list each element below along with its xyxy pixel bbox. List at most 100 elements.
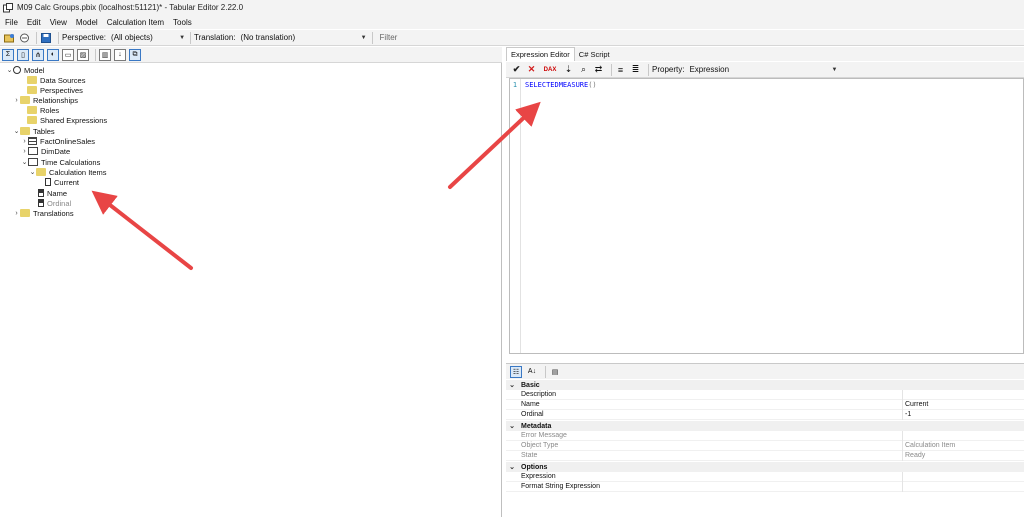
category-options[interactable]: ⌄ Options: [506, 462, 1024, 472]
dependencies-icon[interactable]: ⇣: [563, 64, 574, 75]
menu-calculation-item[interactable]: Calculation Item: [107, 18, 164, 27]
tab-expression-editor[interactable]: Expression Editor: [506, 47, 575, 61]
editor-tabs: Expression Editor C# Script: [506, 47, 1024, 61]
tree-item-label: Shared Expressions: [40, 115, 108, 125]
tree-item-relationships[interactable]: › Relationships: [13, 95, 78, 105]
expression-toolbar: ✔ ✕ DAX ⇣ ⌕ ⇄ ≡ ≣ Property: Expression ▼: [506, 62, 1024, 78]
show-display-folders-icon[interactable]: ▨: [77, 48, 89, 61]
property-row-state[interactable]: State Ready: [506, 451, 1024, 461]
menu-file[interactable]: File: [5, 18, 18, 27]
tree-item-label: Tables: [33, 126, 55, 136]
cancel-icon[interactable]: ✕: [526, 64, 537, 75]
show-hidden-icon[interactable]: ▭: [62, 48, 74, 61]
chevron-right-icon[interactable]: ›: [13, 97, 20, 104]
dax-format-icon[interactable]: DAX: [541, 64, 559, 75]
property-row-error-message[interactable]: Error Message: [506, 431, 1024, 441]
chevron-down-icon[interactable]: ⌄: [13, 127, 20, 135]
tree-item-ordinal[interactable]: Ordinal: [38, 198, 71, 208]
chevron-down-icon: ▼: [179, 34, 186, 41]
sort-icon[interactable]: ↓: [114, 48, 126, 61]
property-row-object-type[interactable]: Object Type Calculation Item: [506, 441, 1024, 451]
column-icon: [38, 199, 44, 207]
chevron-down-icon[interactable]: ⌄: [507, 422, 517, 430]
chevron-right-icon[interactable]: ›: [21, 138, 28, 145]
property-value[interactable]: Current: [905, 401, 928, 408]
property-name: Ordinal: [521, 411, 544, 418]
title-bar: M09 Calc Groups.pbix (localhost:51121)* …: [0, 0, 1024, 15]
tree-item-tables[interactable]: ⌄ Tables: [13, 126, 55, 136]
show-measures-icon[interactable]: Σ: [2, 48, 14, 61]
toolbar-separator: [58, 31, 59, 44]
show-translations-icon[interactable]: ⧉: [129, 48, 141, 61]
property-row-expression[interactable]: Expression: [506, 472, 1024, 482]
tree-item-name[interactable]: Name: [38, 188, 67, 198]
property-value: Ready: [905, 452, 926, 459]
alphabetical-icon[interactable]: A↓: [526, 366, 538, 378]
chevron-right-icon[interactable]: ›: [13, 210, 20, 217]
property-pages-icon[interactable]: ▤: [549, 366, 561, 378]
tree-item-roles[interactable]: Roles: [20, 105, 59, 115]
comment-icon[interactable]: ≡: [615, 64, 626, 75]
category-metadata[interactable]: ⌄ Metadata: [506, 421, 1024, 431]
deploy-icon[interactable]: [18, 32, 30, 44]
property-value[interactable]: -1: [905, 411, 911, 418]
chevron-down-icon[interactable]: ⌄: [21, 158, 28, 166]
category-basic[interactable]: ⌄ Basic: [506, 380, 1024, 390]
menu-view[interactable]: View: [50, 18, 67, 27]
menu-model[interactable]: Model: [76, 18, 98, 27]
menu-edit[interactable]: Edit: [27, 18, 41, 27]
show-hierarchies-icon[interactable]: ⋔: [32, 48, 44, 61]
uncomment-icon[interactable]: ≣: [630, 64, 641, 75]
find-icon[interactable]: ⌕: [578, 64, 589, 75]
open-icon[interactable]: [3, 32, 15, 44]
translation-label: Translation:: [194, 33, 236, 42]
tree-item-label: Calculation Items: [49, 167, 107, 177]
dax-code[interactable]: SELECTEDMEASURE(): [525, 81, 597, 89]
calculation-items-folder-icon: [36, 168, 46, 176]
translation-dropdown[interactable]: (No translation) ▼: [238, 31, 369, 44]
chevron-down-icon[interactable]: ⌄: [6, 66, 13, 74]
property-dropdown[interactable]: Expression ▼: [687, 63, 840, 76]
property-name: State: [521, 452, 538, 459]
tree-item-time-calculations[interactable]: ⌄ Time Calculations: [21, 157, 101, 167]
tree-item-translations[interactable]: › Translations: [13, 208, 73, 218]
tree-item-dimdate[interactable]: › DimDate: [21, 146, 70, 156]
chevron-right-icon[interactable]: ›: [21, 148, 28, 155]
tree-item-model[interactable]: ⌄ Model: [6, 65, 45, 75]
show-partitions-icon[interactable]: ◐: [47, 48, 59, 61]
tree-item-perspectives[interactable]: Perspectives: [20, 85, 83, 95]
filter-input[interactable]: Filter: [376, 32, 976, 44]
tree-item-calculation-items[interactable]: ⌄ Calculation Items: [29, 167, 107, 177]
main-toolbar: Perspective: (All objects) ▼ Translation…: [0, 30, 1024, 46]
property-row-ordinal[interactable]: Ordinal -1: [506, 410, 1024, 420]
chevron-down-icon[interactable]: ⌄: [507, 381, 517, 389]
categorized-icon[interactable]: ☷: [510, 365, 522, 378]
expression-editor[interactable]: 1 SELECTEDMEASURE(): [509, 78, 1024, 354]
menu-tools[interactable]: Tools: [173, 18, 192, 27]
chevron-down-icon[interactable]: ⌄: [29, 168, 36, 176]
accept-icon[interactable]: ✔: [511, 64, 522, 75]
show-columns-icon[interactable]: ▯: [17, 48, 29, 61]
folder-icon: [27, 86, 37, 94]
save-icon[interactable]: [40, 32, 52, 44]
tree-item-data-sources[interactable]: Data Sources: [20, 75, 85, 85]
tab-csharp-script[interactable]: C# Script: [575, 48, 614, 61]
column-icon: [38, 189, 44, 197]
perspective-dropdown[interactable]: (All objects) ▼: [109, 31, 188, 44]
folder-icon: [27, 116, 37, 124]
folder-icon: [20, 209, 30, 217]
property-row-description[interactable]: Description: [506, 390, 1024, 400]
category-label: Options: [521, 463, 548, 471]
table-icon: [28, 137, 37, 145]
property-row-name[interactable]: Name Current: [506, 400, 1024, 410]
show-all-columns-icon[interactable]: ▥: [99, 48, 111, 61]
chevron-down-icon[interactable]: ⌄: [507, 463, 517, 471]
property-row-format-string-expression[interactable]: Format String Expression: [506, 482, 1024, 492]
tree-item-factonlinesales[interactable]: › FactOnlineSales: [21, 136, 95, 146]
tree-item-current[interactable]: Current: [45, 177, 79, 187]
toolbar-separator: [545, 365, 546, 378]
tree-item-label: Current: [54, 177, 80, 187]
toolbar-separator: [190, 31, 192, 44]
replace-icon[interactable]: ⇄: [593, 64, 604, 75]
tree-item-shared-expressions[interactable]: Shared Expressions: [20, 115, 107, 125]
